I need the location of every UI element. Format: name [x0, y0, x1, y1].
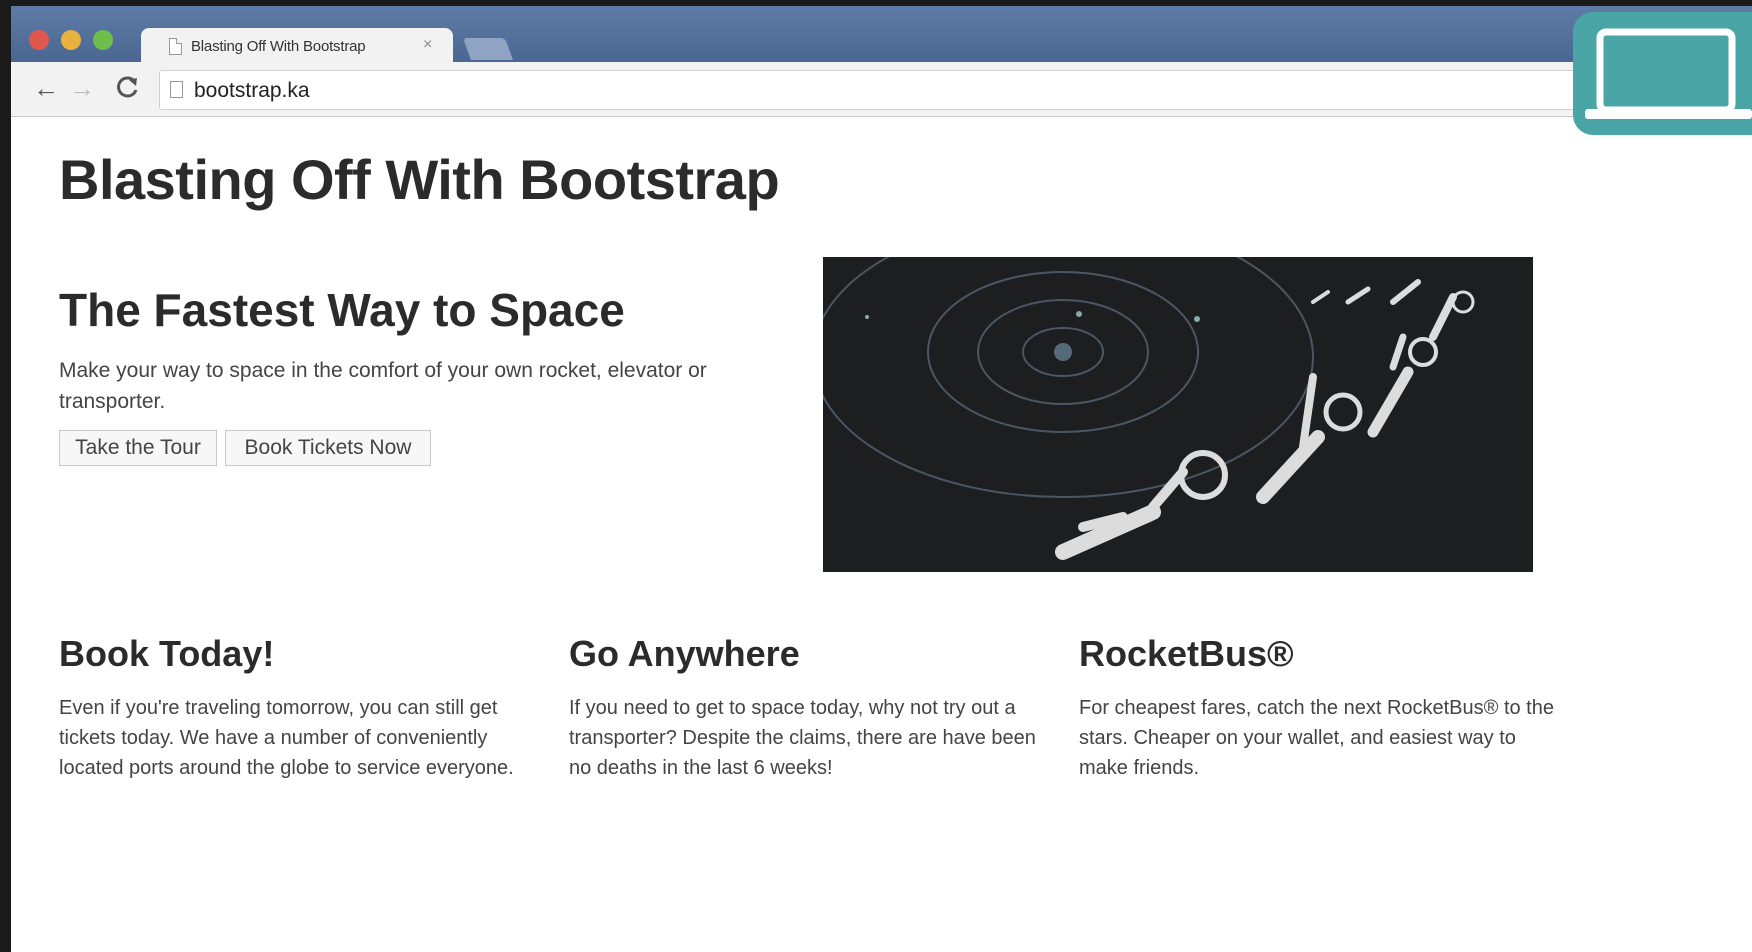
feature-rocketbus: RocketBus® For cheapest fares, catch the…: [1079, 633, 1559, 783]
page-title: Blasting Off With Bootstrap: [59, 148, 780, 211]
url-text[interactable]: bootstrap.ka: [194, 79, 310, 103]
page-content: Blasting Off With Bootstrap The Fastest …: [11, 117, 1752, 952]
book-tickets-button[interactable]: Book Tickets Now: [225, 430, 431, 466]
browser-tab[interactable]: Blasting Off With Bootstrap ×: [141, 28, 453, 66]
laptop-badge: [1573, 12, 1752, 135]
document-icon: [169, 38, 182, 55]
feature-go-anywhere: Go Anywhere If you need to get to space …: [569, 633, 1049, 783]
tab-strip: Blasting Off With Bootstrap ×: [11, 6, 1752, 66]
feature-heading: Go Anywhere: [569, 633, 800, 674]
feature-book-today: Book Today! Even if you're traveling tom…: [59, 633, 539, 783]
feature-text: For cheapest fares, catch the next Rocke…: [1079, 697, 1554, 779]
feature-text: If you need to get to space today, why n…: [569, 697, 1036, 779]
feature-heading: RocketBus®: [1079, 633, 1294, 674]
minimize-window-button[interactable]: [61, 30, 81, 50]
hero-text: Make your way to space in the comfort of…: [59, 359, 707, 413]
new-tab-button[interactable]: [462, 38, 514, 60]
back-arrow-icon[interactable]: ←: [33, 74, 59, 102]
tab-close-icon[interactable]: ×: [423, 36, 432, 54]
address-bar[interactable]: bootstrap.ka: [159, 70, 1581, 110]
page-icon: [170, 81, 183, 98]
reload-icon[interactable]: [115, 74, 141, 105]
feature-heading: Book Today!: [59, 633, 275, 674]
astronauts-orbit-image: [823, 257, 1533, 572]
browser-toolbar: ← → bootstrap.ka: [11, 62, 1752, 117]
take-tour-button[interactable]: Take the Tour: [59, 430, 217, 466]
hero-heading: The Fastest Way to Space: [59, 284, 625, 336]
browser-window: Blasting Off With Bootstrap × ← → bootst…: [11, 6, 1752, 952]
forward-arrow-icon[interactable]: →: [69, 74, 95, 102]
laptop-icon: [1573, 28, 1752, 139]
feature-text: Even if you're traveling tomorrow, you c…: [59, 697, 514, 779]
tab-title: Blasting Off With Bootstrap: [191, 38, 366, 55]
close-window-button[interactable]: [29, 30, 49, 50]
maximize-window-button[interactable]: [93, 30, 113, 50]
